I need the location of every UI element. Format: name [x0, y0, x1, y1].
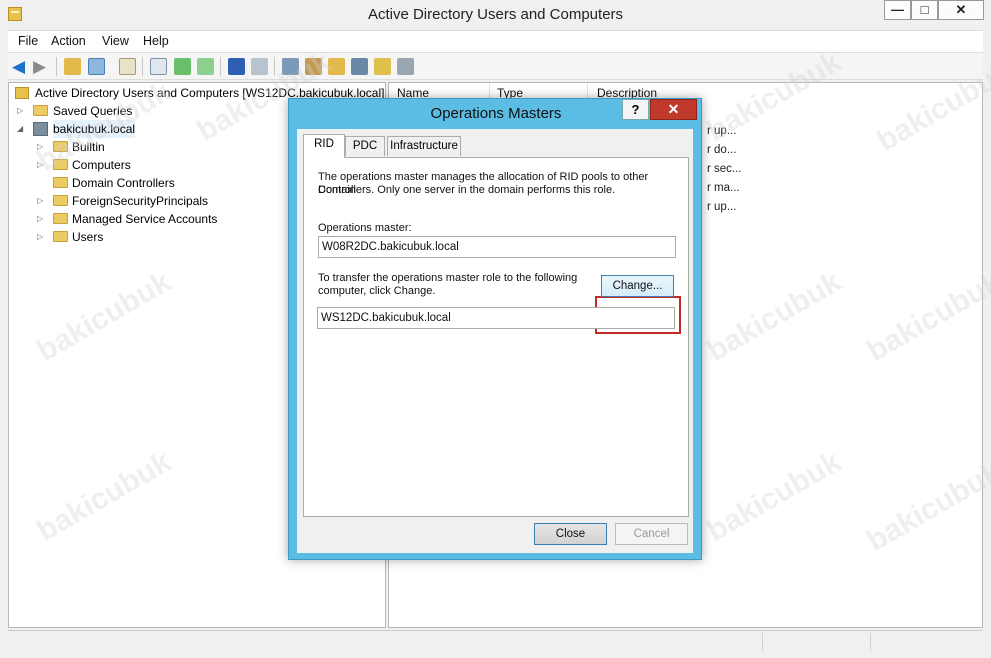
dialog-close-button[interactable]: ✕: [650, 99, 697, 120]
tree-item-label: Computers: [72, 158, 131, 172]
expand-icon[interactable]: ▷: [37, 228, 43, 246]
transfer-instruction-line: To transfer the operations master role t…: [318, 272, 578, 284]
ou-folder-icon: [53, 177, 68, 188]
operations-master-label: Operations master:: [318, 222, 412, 234]
export-list-icon[interactable]: [197, 58, 214, 75]
maximize-button[interactable]: □: [911, 0, 938, 20]
list-item-description[interactable]: r sec...: [707, 163, 742, 175]
operations-masters-dialog: Operations Masters ? ✕ RID PDC Infrastru…: [288, 98, 702, 560]
tree-item-label: Users: [72, 230, 104, 244]
toolbar-separator: [142, 57, 143, 76]
collapse-icon[interactable]: ◢: [17, 120, 23, 138]
role-description-line: Controllers. Only one server in the doma…: [318, 184, 616, 196]
tree-item-label: bakicubuk.local: [53, 120, 136, 138]
list-item-description[interactable]: r up...: [707, 201, 736, 213]
menu-action[interactable]: Action: [51, 34, 86, 48]
expand-icon[interactable]: ▷: [37, 156, 43, 174]
close-button[interactable]: Close: [534, 523, 607, 545]
folder-icon: [33, 105, 48, 116]
expand-icon[interactable]: ▷: [37, 210, 43, 228]
expand-icon[interactable]: ▷: [37, 192, 43, 210]
folder-icon: [53, 159, 68, 170]
up-folder-icon[interactable]: [64, 58, 81, 75]
close-window-button[interactable]: ✕: [938, 0, 984, 20]
menu-bar: File Action View Help: [8, 30, 983, 52]
new-ou-icon[interactable]: [328, 58, 345, 75]
folder-icon: [53, 213, 68, 224]
help-icon[interactable]: [228, 58, 245, 75]
expand-icon[interactable]: ▷: [37, 138, 43, 156]
show-hide-tree-icon[interactable]: [88, 58, 105, 75]
tree-item-label: ForeignSecurityPrincipals: [72, 194, 209, 208]
change-button[interactable]: Change...: [601, 275, 674, 297]
toolbar: ◀ ▶: [8, 52, 983, 80]
menu-file[interactable]: File: [18, 34, 38, 48]
target-computer-field[interactable]: WS12DC.bakicubuk.local: [317, 307, 675, 329]
forward-arrow-icon[interactable]: ▶: [33, 58, 46, 75]
domain-icon: [33, 122, 48, 136]
toolbar-separator: [56, 57, 57, 76]
tree-item-label: Managed Service Accounts: [72, 212, 218, 226]
filter-icon[interactable]: [351, 58, 368, 75]
add-to-group-icon[interactable]: [397, 58, 414, 75]
properties-icon[interactable]: [150, 58, 167, 75]
back-arrow-icon[interactable]: ◀: [12, 58, 25, 75]
list-item-description[interactable]: r do...: [707, 144, 736, 156]
new-user-icon[interactable]: [282, 58, 299, 75]
operations-master-field[interactable]: W08R2DC.bakicubuk.local: [318, 236, 676, 258]
tree-item-label: Builtin: [72, 140, 105, 154]
tree-item-saved-queries[interactable]: ▷ Saved Queries: [17, 102, 317, 120]
list-item-description[interactable]: r up...: [707, 125, 736, 137]
status-divider: [870, 633, 871, 651]
toolbar-separator: [274, 57, 275, 76]
transfer-instruction-line: computer, click Change.: [318, 285, 436, 297]
cancel-button: Cancel: [615, 523, 688, 545]
refresh-icon[interactable]: [174, 58, 191, 75]
window-title: Active Directory Users and Computers: [367, 6, 624, 23]
rid-tab-panel: The operations master manages the alloca…: [303, 157, 689, 517]
menu-view[interactable]: View: [102, 34, 129, 48]
snapin-icon: [15, 87, 29, 99]
status-bar: [8, 630, 983, 652]
clipboard-icon[interactable]: [119, 58, 136, 75]
folder-icon: [53, 141, 68, 152]
tree-item-label: Saved Queries: [53, 104, 133, 118]
help-button[interactable]: ?: [622, 99, 649, 120]
expand-icon[interactable]: ▷: [17, 102, 23, 120]
folder-icon: [53, 195, 68, 206]
tree-item-label: Domain Controllers: [72, 176, 175, 190]
menu-help[interactable]: Help: [143, 34, 169, 48]
list-item-description[interactable]: r ma...: [707, 182, 740, 194]
status-divider: [762, 633, 763, 651]
tree-item-domain[interactable]: ◢ bakicubuk.local: [17, 120, 317, 138]
new-group-icon[interactable]: [305, 58, 322, 75]
tab-pdc[interactable]: PDC: [345, 136, 385, 156]
title-bar: Active Directory Users and Computers — □…: [0, 0, 991, 30]
toolbar-separator: [220, 57, 221, 76]
tab-infrastructure[interactable]: Infrastructure: [387, 136, 461, 156]
minimize-button[interactable]: —: [884, 0, 911, 20]
dialog-body: RID PDC Infrastructure The operations ma…: [297, 129, 693, 553]
tab-rid[interactable]: RID: [303, 134, 345, 158]
find-icon[interactable]: [374, 58, 391, 75]
view-icon[interactable]: [251, 58, 268, 75]
folder-icon: [53, 231, 68, 242]
